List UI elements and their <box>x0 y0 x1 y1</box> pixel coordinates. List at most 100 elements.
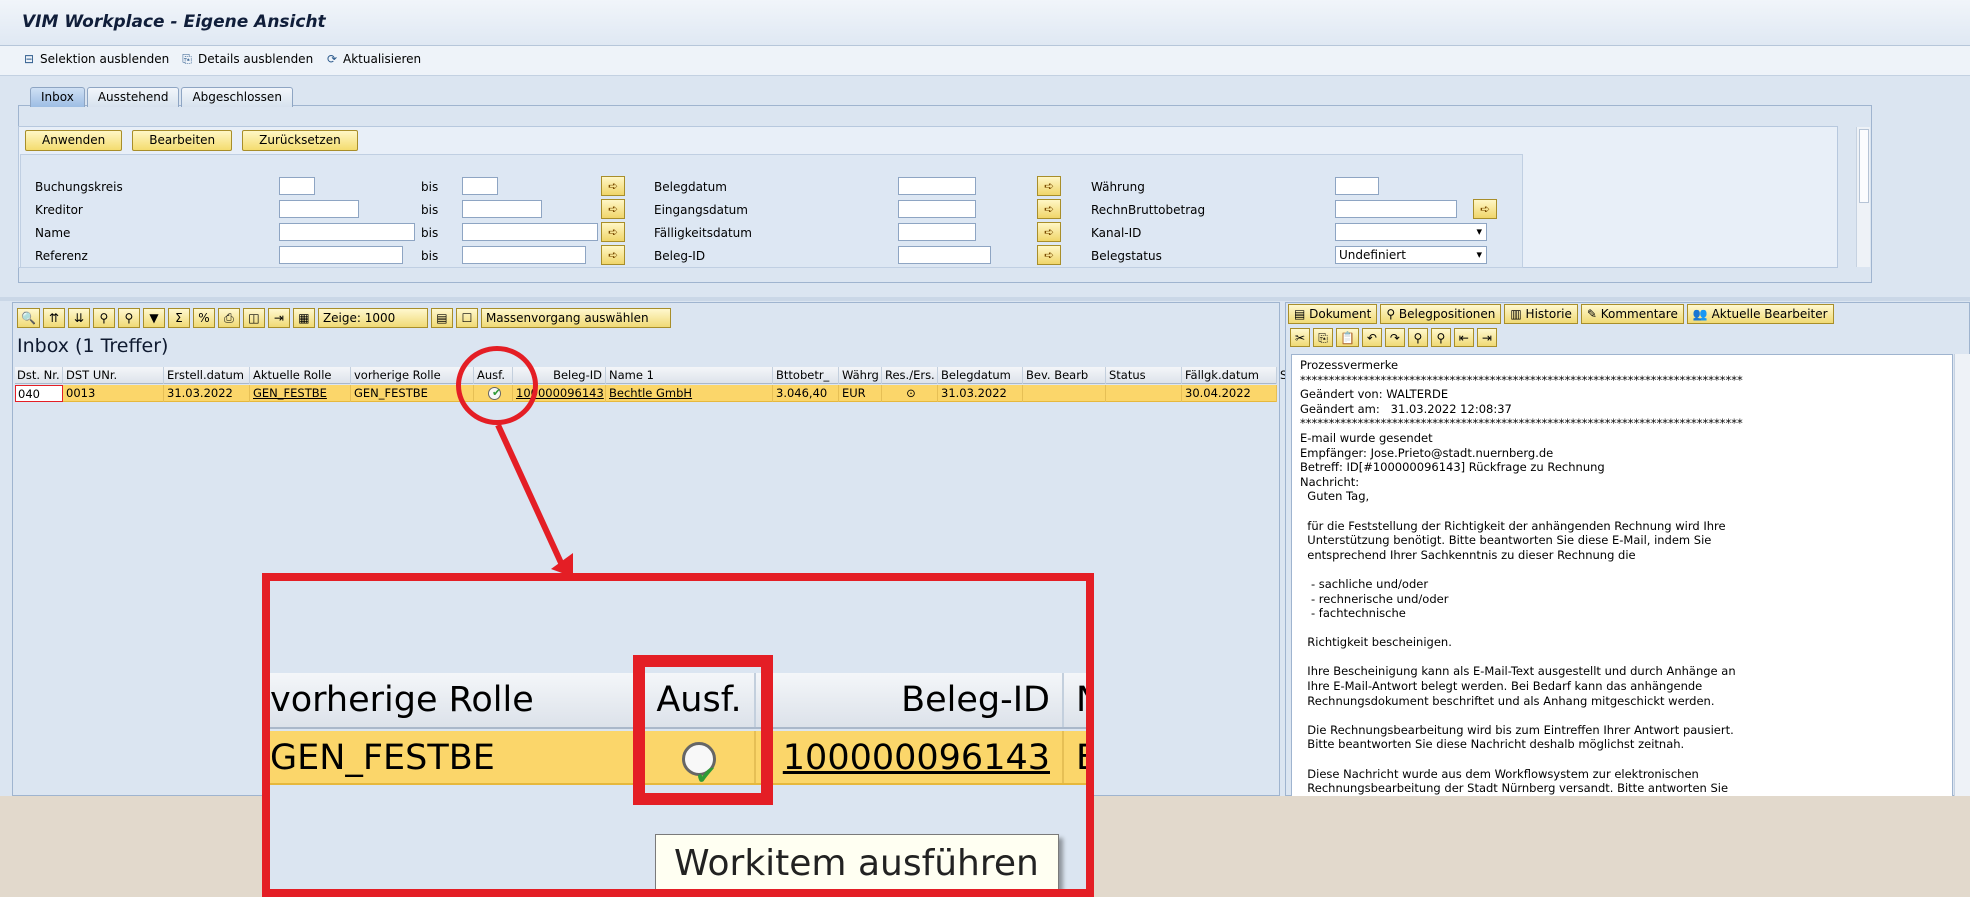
col-erstell-datum[interactable]: Erstell.datum <box>165 367 250 384</box>
notes-scrollbar[interactable] <box>1954 354 1970 796</box>
label-bis: bis <box>421 249 439 263</box>
buchungskreis-to-input[interactable] <box>462 177 498 195</box>
multiple-selection-icon[interactable]: ➪ <box>1037 222 1061 242</box>
multiple-selection-icon[interactable]: ➪ <box>601 245 625 265</box>
kreditor-to-input[interactable] <box>462 200 542 218</box>
tab-belegpositionen[interactable]: ⚲ Belegpositionen <box>1380 304 1502 324</box>
hide-details-button[interactable]: ⎘ Details ausblenden <box>180 52 313 66</box>
select-icon[interactable]: ☐ <box>455 308 478 328</box>
tab-ausstehend[interactable]: Ausstehend <box>86 87 180 107</box>
col-res-ers[interactable]: Res./Ers. <box>883 367 938 384</box>
multiple-selection-icon[interactable]: ➪ <box>601 199 625 219</box>
paste-icon[interactable]: 📋 <box>1336 328 1359 347</box>
history-icon: ▥ <box>1510 307 1526 321</box>
print-icon[interactable]: ⎙ <box>217 308 240 328</box>
reset-button[interactable]: Zurücksetzen <box>242 130 358 151</box>
multiple-selection-icon[interactable]: ➪ <box>601 176 625 196</box>
sort-ascending-icon[interactable]: ⇈ <box>42 308 65 328</box>
multiple-selection-icon[interactable]: ➪ <box>1037 245 1061 265</box>
document-icon[interactable]: ▤ <box>430 308 453 328</box>
tab-aktuelle-bearbeiter[interactable]: 👥 Aktuelle Bearbeiter <box>1686 304 1834 324</box>
copy-icon[interactable]: ⎘ <box>1313 328 1333 347</box>
import-icon[interactable]: ⇤ <box>1453 328 1474 347</box>
cell-erstell-datum: 31.03.2022 <box>165 385 250 402</box>
selection-scrollbar[interactable] <box>1856 127 1870 267</box>
window-title: VIM Workplace - Eigene Ansicht <box>22 12 326 32</box>
hide-selection-button[interactable]: ⊟ Selektion ausblenden <box>22 52 169 66</box>
find-icon[interactable]: ⚲ <box>92 308 115 328</box>
col-belegdatum[interactable]: Belegdatum <box>939 367 1023 384</box>
comments-icon: ✎ <box>1586 307 1601 321</box>
apply-button[interactable]: Anwenden <box>25 130 123 151</box>
col-aktuelle-rolle[interactable]: Aktuelle Rolle <box>251 367 351 384</box>
buchungskreis-from-input[interactable] <box>279 177 315 195</box>
rechn-brutto-input[interactable] <box>1335 200 1457 218</box>
beleg-id-input[interactable] <box>898 246 991 264</box>
col-betrag[interactable]: Bttobetr_ <box>774 367 839 384</box>
scroll-thumb[interactable] <box>1859 129 1869 203</box>
find-next-icon[interactable]: ⚲ <box>1430 328 1451 347</box>
col-bev-bearb[interactable]: Bev. Bearb <box>1024 367 1106 384</box>
redo-icon[interactable]: ↷ <box>1384 328 1405 347</box>
sum-icon[interactable]: Σ <box>167 308 190 328</box>
refresh-button[interactable]: ⟳ Aktualisieren <box>325 52 421 66</box>
process-notes-text[interactable]: Prozessvermerke ************************… <box>1291 354 1953 796</box>
multiple-selection-icon[interactable]: ➪ <box>601 222 625 242</box>
editor-toolbar: ✂ ⎘ 📋 ↶ ↷ ⚲ ⚲ ⇤ ⇥ <box>1290 328 1497 347</box>
faelligkeitsdatum-input[interactable] <box>898 223 976 241</box>
selection-button-row: Anwenden Bearbeiten Zurücksetzen <box>25 130 358 151</box>
tab-inbox[interactable]: Inbox <box>30 87 85 107</box>
document-icon: ▤ <box>1294 307 1310 321</box>
tab-kommentare[interactable]: ✎ Kommentare <box>1580 304 1684 324</box>
tab-dokument[interactable]: ▤ Dokument <box>1288 304 1378 324</box>
show-count-dropdown[interactable]: Zeige: 1000 <box>317 308 428 328</box>
undo-icon[interactable]: ↶ <box>1361 328 1382 347</box>
cut-icon[interactable]: ✂ <box>1290 328 1310 347</box>
kreditor-from-input[interactable] <box>279 200 359 218</box>
eingangsdatum-input[interactable] <box>898 200 976 218</box>
export-icon[interactable]: ⇥ <box>1476 328 1497 347</box>
view-icon[interactable]: ◫ <box>242 308 265 328</box>
splitter[interactable] <box>0 297 1970 301</box>
tab-abgeschlossen[interactable]: Abgeschlossen <box>181 87 293 107</box>
res-ers-icon[interactable]: ⊙ <box>883 385 938 402</box>
table-row[interactable]: 040 0013 31.03.2022 GEN_FESTBE GEN_FESTB… <box>15 385 1277 402</box>
col-dst-nr[interactable]: Dst. Nr. <box>15 367 63 384</box>
cell-aktuelle-rolle[interactable]: GEN_FESTBE <box>251 385 351 402</box>
title-bar: VIM Workplace - Eigene Ansicht <box>0 0 1970 46</box>
kanal-id-dropdown[interactable] <box>1335 223 1487 241</box>
tab-historie[interactable]: ▥ Historie <box>1504 304 1578 324</box>
name-from-input[interactable] <box>279 223 415 241</box>
col-dst-unr[interactable]: DST UNr. <box>64 367 164 384</box>
waehrung-input[interactable] <box>1335 177 1379 195</box>
referenz-from-input[interactable] <box>279 246 403 264</box>
belegstatus-dropdown[interactable]: Undefiniert <box>1335 246 1487 264</box>
col-waehrung[interactable]: Währg <box>840 367 882 384</box>
multiple-selection-icon[interactable]: ➪ <box>1037 176 1061 196</box>
details-icon[interactable]: 🔍 <box>17 308 40 328</box>
find-next-icon[interactable]: ⚲ <box>117 308 140 328</box>
layout-icon[interactable]: ▦ <box>292 308 315 328</box>
label-kanal-id: Kanal-ID <box>1091 226 1142 240</box>
col-status[interactable]: Status <box>1107 367 1182 384</box>
sort-descending-icon[interactable]: ⇊ <box>67 308 90 328</box>
zoom-callout: vorherige Rolle Ausf. Beleg-ID N GEN_FES… <box>262 573 1094 897</box>
mass-action-dropdown[interactable]: Massenvorgang auswählen <box>480 308 671 328</box>
cell-dst-nr[interactable]: 040 <box>15 385 63 402</box>
multiple-selection-icon[interactable]: ➪ <box>1037 199 1061 219</box>
zoom-cell-vorherige-rolle: GEN_FESTBE <box>270 731 642 783</box>
multiple-selection-icon[interactable]: ➪ <box>1473 199 1497 219</box>
cell-name1[interactable]: Bechtle GmbH <box>607 385 773 402</box>
filter-icon[interactable]: ▼ <box>142 308 165 328</box>
edit-button[interactable]: Bearbeiten <box>132 130 233 151</box>
col-faelligkeit[interactable]: Fällgk.datum <box>1183 367 1277 384</box>
referenz-to-input[interactable] <box>462 246 586 264</box>
find-icon[interactable]: ⚲ <box>1407 328 1428 347</box>
subtotal-icon[interactable]: % <box>192 308 215 328</box>
belegdatum-input[interactable] <box>898 177 976 195</box>
export-icon[interactable]: ⇥ <box>267 308 290 328</box>
name-to-input[interactable] <box>462 223 598 241</box>
grid-header: Dst. Nr. DST UNr. Erstell.datum Aktuelle… <box>15 367 1288 384</box>
application-toolbar: ⊟ Selektion ausblenden ⎘ Details ausblen… <box>0 46 1970 76</box>
col-name1[interactable]: Name 1 <box>607 367 773 384</box>
